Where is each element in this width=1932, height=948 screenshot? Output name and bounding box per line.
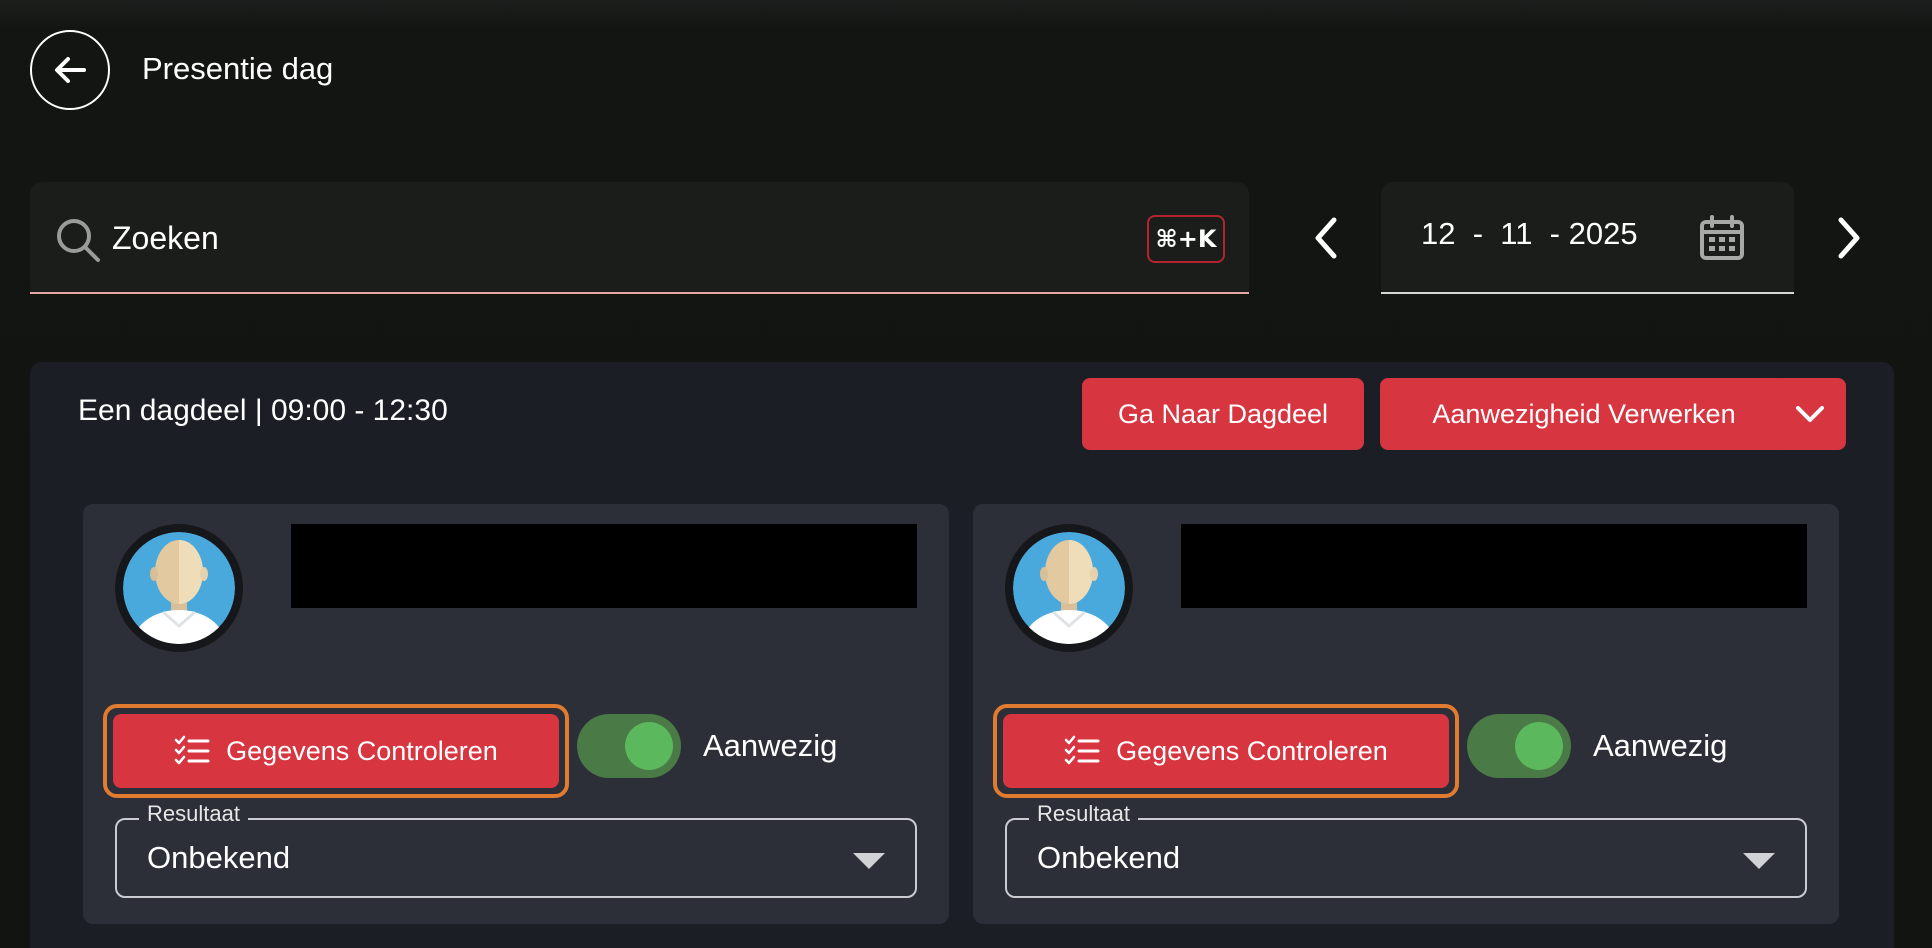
- check-details-label: Gegevens Controleren: [1116, 735, 1388, 766]
- search-box[interactable]: ⌘+K: [30, 182, 1249, 294]
- panel-title: Een dagdeel | 09:00 - 12:30: [78, 394, 448, 427]
- arrow-left-icon: [55, 57, 86, 83]
- goto-dagdeel-button[interactable]: Ga Naar Dagdeel: [1082, 378, 1364, 450]
- attendance-label: Aanwezig: [1593, 728, 1728, 763]
- expand-button[interactable]: [1774, 378, 1846, 450]
- student-name-redacted: [291, 524, 917, 608]
- page-title: Presentie dag: [142, 51, 334, 86]
- avatar: [115, 524, 243, 652]
- avatar: [1005, 524, 1133, 652]
- date-picker[interactable]: 12 - 11 - 2025: [1381, 182, 1794, 294]
- check-details-button[interactable]: Gegevens Controleren: [1003, 714, 1449, 788]
- result-select[interactable]: Resultaat Onbekend: [1005, 801, 1807, 898]
- student-card: Gegevens Controleren Aanwezig Resultaat …: [83, 504, 949, 924]
- chevron-down-icon: [1796, 406, 1824, 422]
- checklist-icon: [174, 735, 210, 765]
- toggle-knob: [625, 722, 673, 770]
- person-avatar-icon: [1013, 532, 1125, 644]
- attendance-label: Aanwezig: [703, 728, 838, 763]
- check-button-focus-ring: Gegevens Controleren: [103, 704, 569, 798]
- search-input[interactable]: [112, 210, 1112, 266]
- result-label: Resultaat: [139, 801, 248, 827]
- check-button-focus-ring: Gegevens Controleren: [993, 704, 1459, 798]
- chevron-left-icon: [1315, 217, 1337, 259]
- person-avatar-icon: [123, 532, 235, 644]
- result-value: Onbekend: [1037, 840, 1181, 875]
- date-value: 12 - 11 - 2025: [1421, 216, 1638, 251]
- previous-day-button[interactable]: [1298, 210, 1354, 266]
- toggle-knob: [1515, 722, 1563, 770]
- result-value: Onbekend: [147, 840, 291, 875]
- student-card: Gegevens Controleren Aanwezig Resultaat …: [973, 504, 1839, 924]
- shortcut-badge: ⌘+K: [1147, 215, 1225, 263]
- check-details-label: Gegevens Controleren: [226, 735, 498, 766]
- dropdown-arrow-icon: [853, 853, 885, 869]
- search-icon: [57, 219, 100, 262]
- result-label: Resultaat: [1029, 801, 1138, 827]
- process-attendance-button[interactable]: Aanwezigheid Verwerken: [1380, 378, 1788, 450]
- result-select[interactable]: Resultaat Onbekend: [115, 801, 917, 898]
- attendance-toggle[interactable]: [1467, 714, 1571, 778]
- checklist-icon: [1064, 735, 1100, 765]
- next-day-button[interactable]: [1821, 210, 1877, 266]
- dropdown-arrow-icon: [1743, 853, 1775, 869]
- attendance-toggle[interactable]: [577, 714, 681, 778]
- back-button[interactable]: [30, 30, 110, 110]
- chevron-right-icon: [1838, 217, 1860, 259]
- student-name-redacted: [1181, 524, 1807, 608]
- dagdeel-panel: Een dagdeel | 09:00 - 12:30 Ga Naar Dagd…: [30, 362, 1894, 948]
- check-details-button[interactable]: Gegevens Controleren: [113, 714, 559, 788]
- calendar-icon[interactable]: [1698, 214, 1746, 262]
